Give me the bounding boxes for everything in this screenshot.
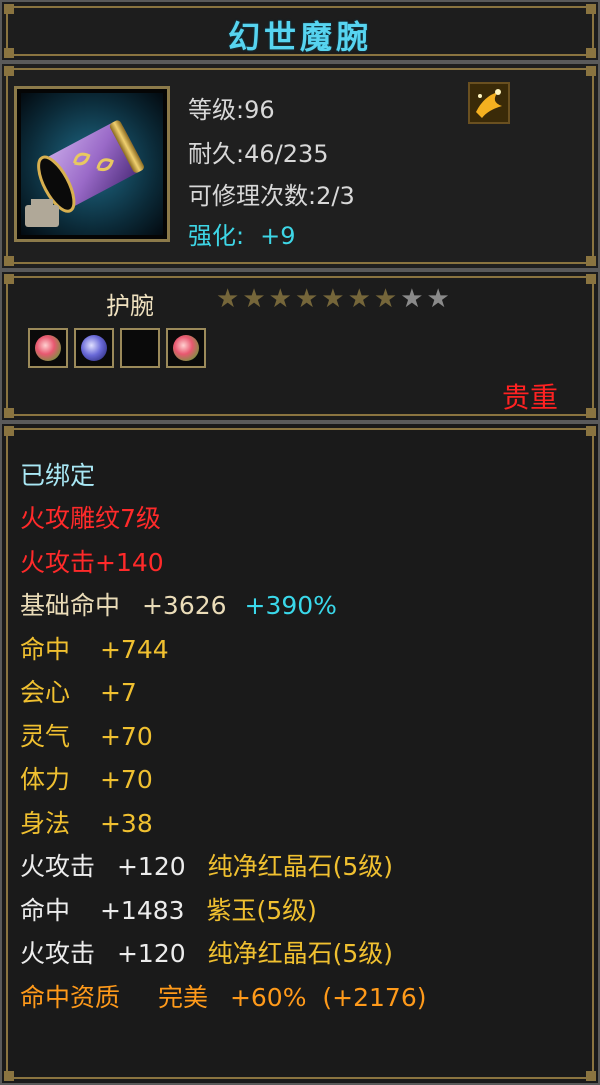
red-gem-icon — [35, 335, 61, 361]
purple-gem-icon — [81, 335, 107, 361]
gem-slots — [28, 328, 206, 368]
engrave-line: 火攻雕纹7级 — [20, 504, 161, 533]
frame-corner — [586, 66, 596, 76]
quality-percent: +60% — [229, 983, 307, 1012]
gem3-label: 火攻击 — [20, 939, 96, 968]
quality-line: 命中资质 完美 +60% (+2176) — [20, 978, 426, 1014]
base-hit-percent: +390% — [244, 591, 337, 620]
star-empty-icon: ★ — [400, 284, 424, 314]
gem2-value: +1483 — [99, 896, 185, 925]
gem1-label: 火攻击 — [20, 852, 96, 881]
spirit-line: 灵气 +70 — [20, 717, 153, 753]
item-icon-frame[interactable] — [14, 86, 170, 242]
crit-label: 会心 — [20, 678, 71, 707]
star-filled-icon: ★ — [321, 284, 345, 314]
fire-attack-line: 火攻击+140 — [20, 548, 164, 577]
gem-slot-2[interactable] — [74, 328, 114, 368]
gem2-label: 命中 — [20, 896, 71, 925]
frame-corner — [4, 426, 14, 436]
star-filled-icon: ★ — [373, 284, 398, 314]
enhance-label: 强化: — [188, 222, 245, 250]
frame-corner — [586, 426, 596, 436]
gem1-name: 纯净红晶石(5级) — [207, 852, 394, 881]
gem-bonus-line-2: 命中 +1483 紫玉(5级) — [20, 891, 317, 927]
gem-slot-4[interactable] — [166, 328, 206, 368]
frame-corner — [586, 274, 596, 284]
item-type-panel: 护腕 ★ ★ ★ ★ ★ ★ ★ ★ ★ 贵重 — [0, 270, 600, 422]
stamina-label: 体力 — [20, 765, 71, 794]
hit-value: +744 — [99, 635, 169, 664]
quality-bonus: (+2176) — [322, 983, 427, 1012]
spirit-label: 灵气 — [20, 722, 71, 751]
gem2-name: 紫玉(5级) — [206, 896, 317, 925]
hit-line: 命中 +744 — [20, 630, 169, 666]
gem-bonus-line-1: 火攻击 +120 纯净红晶石(5级) — [20, 847, 393, 883]
quality-label: 命中资质 — [20, 983, 121, 1012]
star-filled-icon: ★ — [268, 284, 292, 314]
agility-value: +38 — [99, 809, 153, 838]
star-filled-icon: ★ — [347, 284, 371, 314]
agility-label: 身法 — [20, 809, 71, 838]
stamina-line: 体力 +70 — [20, 760, 153, 796]
crit-line: 会心 +7 — [20, 673, 137, 709]
item-durability: 耐久:46/235 — [188, 140, 329, 168]
agility-line: 身法 +38 — [20, 804, 153, 840]
gem1-value: +120 — [116, 852, 186, 881]
gem-slot-1[interactable] — [28, 328, 68, 368]
item-type-label: 护腕 — [106, 292, 154, 320]
gem-bonus-line-3: 火攻击 +120 纯净红晶石(5级) — [20, 934, 393, 970]
hit-label: 命中 — [20, 635, 71, 664]
title-bar: 幻世魔腕 — [0, 0, 600, 62]
frame-corner — [4, 274, 14, 284]
star-filled-icon: ★ — [242, 284, 266, 314]
frame-corner — [586, 256, 596, 266]
base-hit-label: 基础命中 — [20, 591, 121, 620]
rarity-label: 贵重 — [501, 381, 558, 414]
attributes-panel: 已绑定 火攻雕纹7级 火攻击+140 基础命中 +3626 +390% 命中 +… — [0, 422, 600, 1085]
item-info-panel: 等级:96 耐久:46/235 可修理次数:2/3 强化: +9 — [0, 62, 600, 270]
star-rating: ★ ★ ★ ★ ★ ★ ★ ★ ★ — [216, 286, 450, 312]
frame-corner — [586, 408, 596, 418]
star-filled-icon: ★ — [294, 284, 319, 314]
frame-corner — [586, 1071, 596, 1081]
base-hit-line: 基础命中 +3626 +390% — [20, 586, 337, 622]
red-gem-icon — [173, 335, 199, 361]
frame-corner — [4, 408, 14, 418]
gem3-value: +120 — [116, 939, 186, 968]
bracer-icon — [25, 120, 144, 227]
item-repair-count: 可修理次数:2/3 — [188, 182, 355, 210]
bound-status: 已绑定 — [20, 461, 96, 490]
star-empty-icon: ★ — [426, 284, 450, 314]
sparkle-badge-icon — [468, 82, 510, 124]
base-hit-value: +3626 — [141, 591, 227, 620]
item-level: 等级:96 — [188, 96, 275, 124]
crit-value: +7 — [99, 678, 137, 707]
frame-corner — [4, 256, 14, 266]
spirit-value: +70 — [99, 722, 153, 751]
frame-corner — [4, 66, 14, 76]
gem3-name: 纯净红晶石(5级) — [207, 939, 394, 968]
item-enhance: 强化: +9 — [188, 216, 295, 251]
quality-grade: 完美 — [157, 983, 208, 1012]
stamina-value: +70 — [99, 765, 153, 794]
enhance-value: +9 — [260, 222, 296, 250]
star-filled-icon: ★ — [216, 284, 240, 314]
gem-slot-3[interactable] — [120, 328, 160, 368]
item-title: 幻世魔腕 — [227, 18, 372, 56]
frame-corner — [4, 1071, 14, 1081]
